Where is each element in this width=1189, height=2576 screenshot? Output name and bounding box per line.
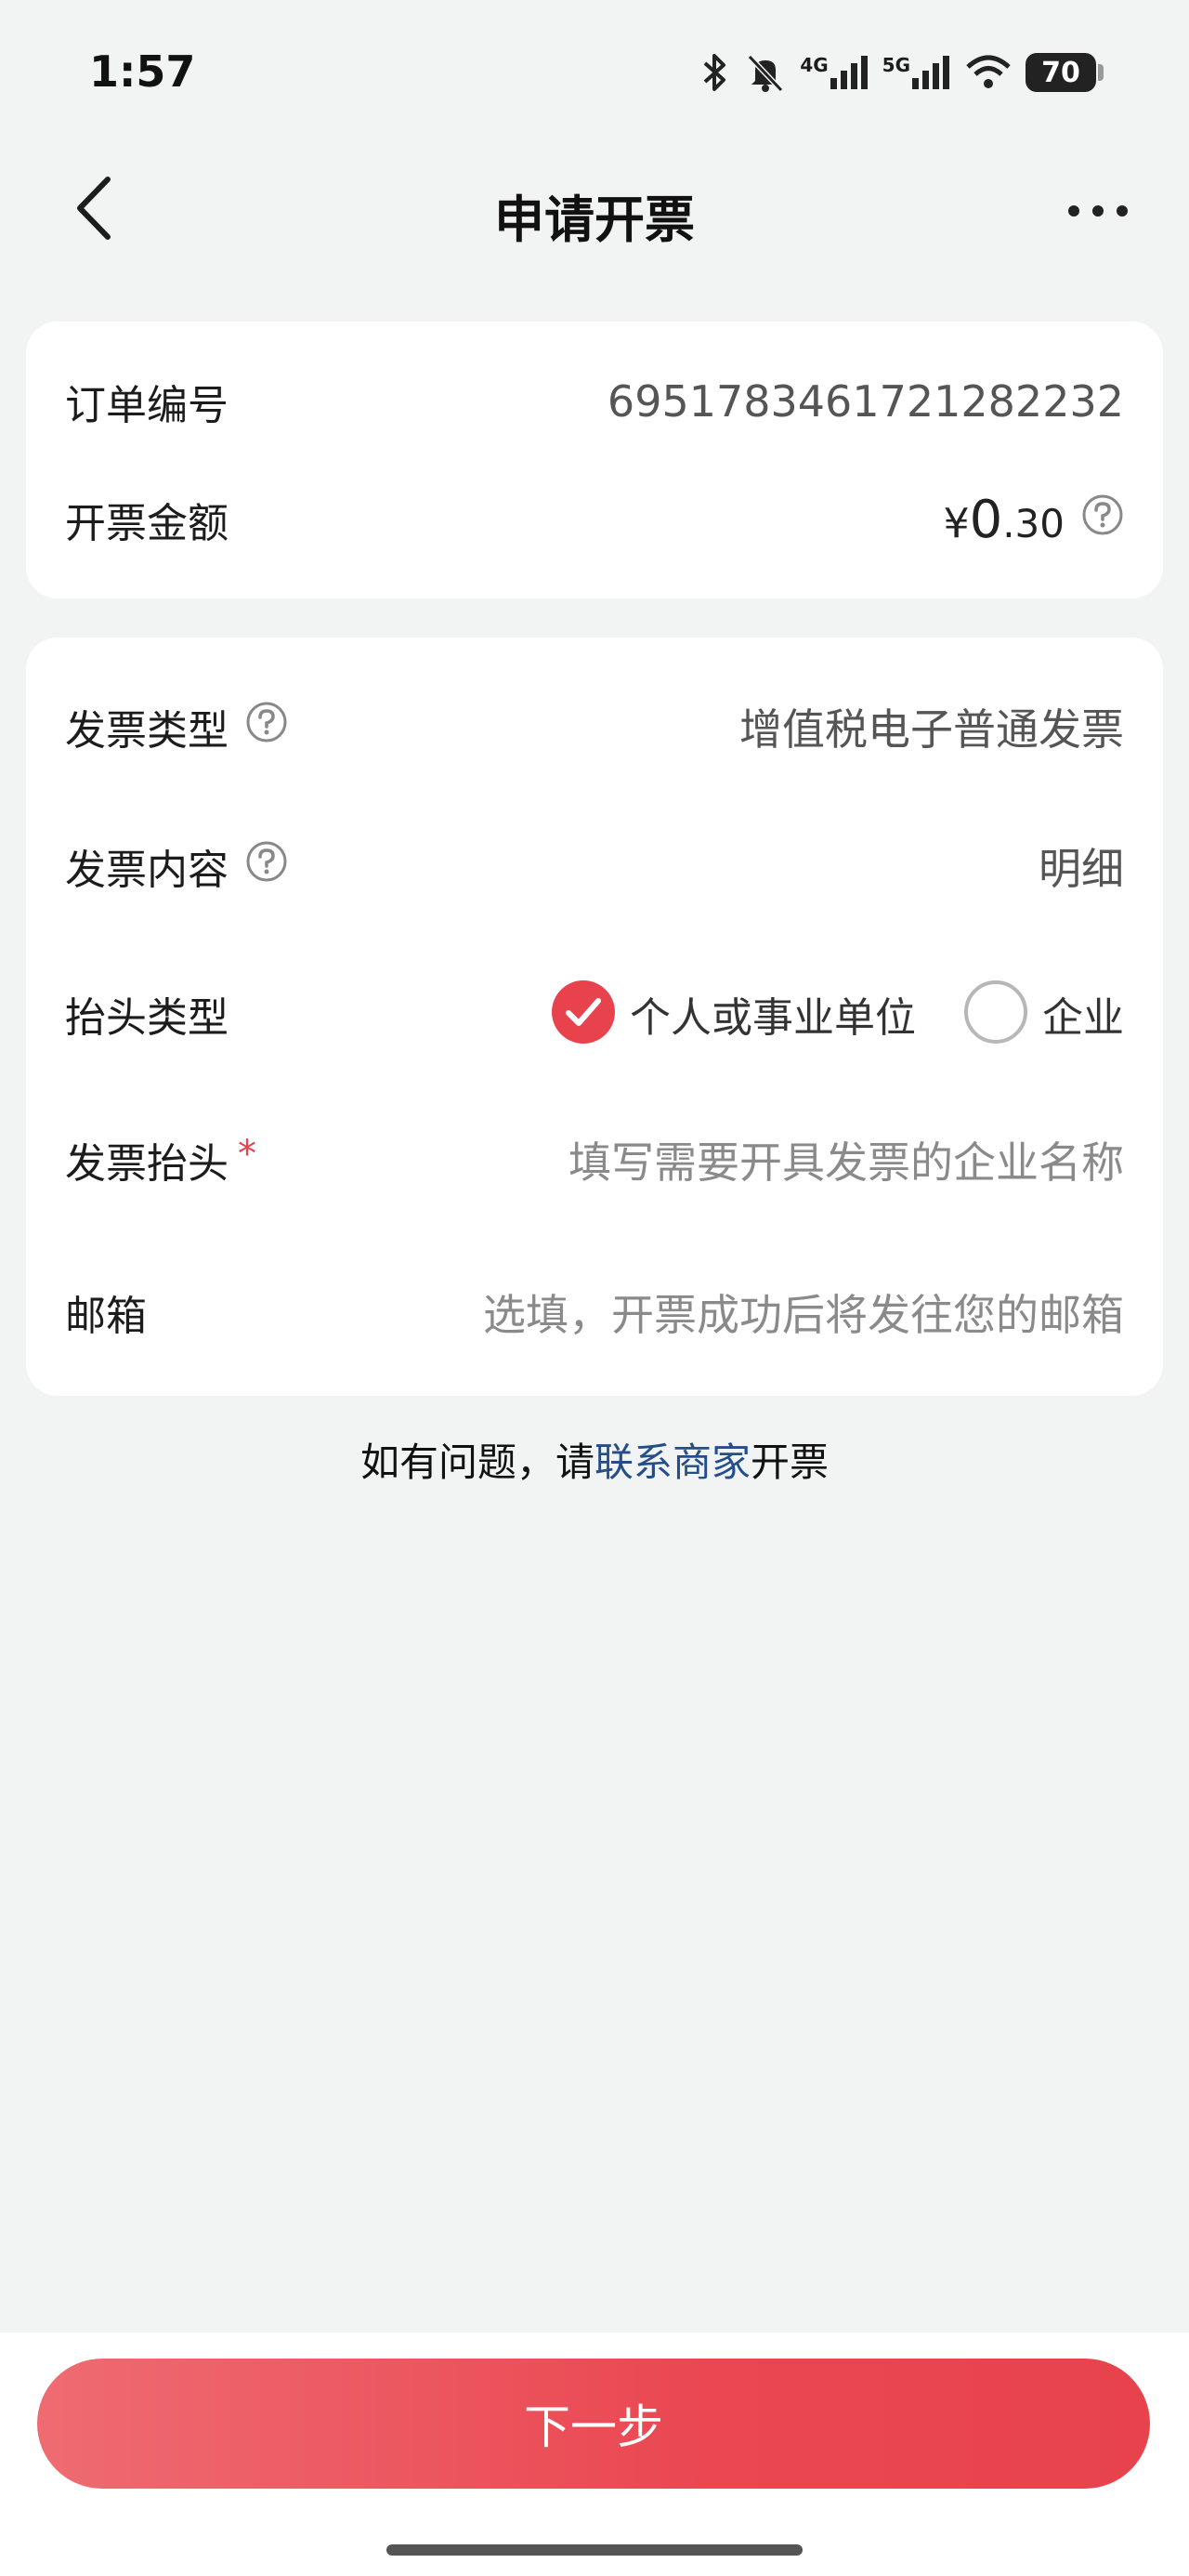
home-indicator[interactable] (386, 2544, 803, 2556)
header-type-row: 抬头类型 个人或事业单位 企业 (65, 972, 1124, 1056)
bluetooth-icon (699, 52, 731, 93)
nav-bar: 申请开票 (0, 158, 1189, 260)
invoice-type-help-icon[interactable] (245, 701, 288, 754)
status-bar: 1:57 4G 5G 70 (0, 0, 1189, 149)
radio-enterprise-label: 企业 (1042, 994, 1124, 1042)
next-step-button[interactable]: 下一步 (37, 2359, 1150, 2489)
more-dots-icon (1067, 204, 1129, 221)
amount-integer: 0 (969, 489, 1003, 550)
invoice-amount-row: 开票金额 ¥ 0 .30 (65, 487, 1124, 552)
header-type-radio-group: 个人或事业单位 企业 (550, 979, 1124, 1049)
order-number-value: 6951783461721282232 (607, 376, 1124, 427)
help-note-suffix: 开票 (751, 1439, 830, 1485)
radio-enterprise[interactable]: 企业 (962, 979, 1124, 1049)
status-time: 1:57 (89, 46, 196, 97)
currency-symbol: ¥ (943, 499, 970, 547)
mute-bell-icon (744, 51, 787, 94)
invoice-type-row[interactable]: 发票类型 增值税电子普通发票 (65, 691, 1124, 762)
invoice-amount-label: 开票金额 (65, 500, 229, 547)
invoice-form-card: 发票类型 增值税电子普通发票 发票内容 明细 抬头类型 个人或事业单位 企业 发… (26, 637, 1163, 1396)
invoice-content-label-text: 发票内容 (65, 847, 229, 894)
required-mark: * (238, 1133, 256, 1176)
battery-icon: 70 (1026, 53, 1104, 92)
network-5g-label: 5G (882, 54, 910, 76)
contact-merchant-link[interactable]: 联系商家 (594, 1439, 751, 1485)
radio-personal[interactable]: 个人或事业单位 (550, 979, 916, 1049)
invoice-amount-value: ¥ 0 .30 (944, 490, 1124, 550)
signal-4g-icon: 4G (800, 54, 869, 91)
amount-help-icon[interactable] (1081, 493, 1124, 546)
invoice-content-help-icon[interactable] (245, 840, 288, 893)
wifi-icon (964, 54, 1013, 91)
email-label: 邮箱 (65, 1293, 147, 1340)
page-title: 申请开票 (494, 191, 695, 249)
signal-5g-icon: 5G (882, 54, 951, 91)
bottom-action-bar: 下一步 (0, 2333, 1189, 2576)
invoice-type-label: 发票类型 (65, 697, 288, 756)
status-icons: 4G 5G 70 (699, 45, 1104, 100)
amount-text: ¥ 0 .30 (944, 490, 1065, 550)
order-number-label: 订单编号 (65, 382, 229, 429)
order-number-row: 订单编号 6951783461721282232 (65, 374, 1124, 429)
help-note: 如有问题，请联系商家开票 (0, 1431, 1189, 1488)
order-info-card: 订单编号 6951783461721282232 开票金额 ¥ 0 .30 (26, 322, 1163, 598)
radio-personal-label: 个人或事业单位 (630, 994, 916, 1042)
amount-decimal: .30 (1002, 500, 1065, 546)
invoice-header-label-text: 发票抬头 (65, 1140, 229, 1188)
invoice-content-row[interactable]: 发票内容 明细 (65, 831, 1124, 901)
radio-checked-icon (550, 979, 617, 1049)
network-4g-label: 4G (800, 54, 829, 76)
invoice-type-label-text: 发票类型 (65, 707, 229, 755)
invoice-type-value: 增值税电子普通发票 (739, 704, 1124, 755)
invoice-content-value: 明细 (1039, 844, 1124, 894)
more-button[interactable] (1061, 184, 1135, 240)
header-type-label: 抬头类型 (65, 994, 229, 1042)
invoice-header-label: 发票抬头 * (65, 1130, 256, 1189)
email-input[interactable]: 选填，开票成功后将发往您的邮箱 (483, 1281, 1124, 1343)
invoice-content-label: 发票内容 (65, 836, 288, 896)
invoice-header-input[interactable]: 填写需要开具发票的企业名称 (568, 1129, 1124, 1190)
help-note-prefix: 如有问题，请 (359, 1439, 594, 1485)
email-row: 邮箱 选填，开票成功后将发往您的邮箱 (65, 1275, 1124, 1349)
invoice-header-row: 发票抬头 * 填写需要开具发票的企业名称 (65, 1123, 1124, 1197)
radio-unchecked-icon (962, 979, 1029, 1049)
